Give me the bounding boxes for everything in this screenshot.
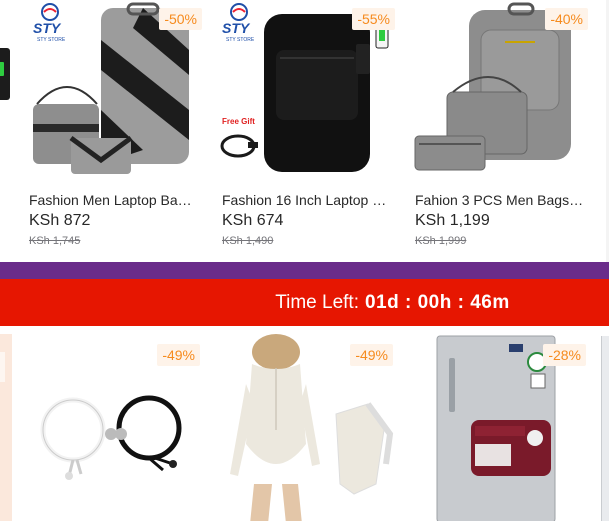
sty-logo-icon: STY STY STORE bbox=[222, 3, 255, 43]
sty-logo-icon: STY STY STORE bbox=[33, 3, 66, 43]
flash-sale-carousel: -49% -49% -28% bbox=[0, 326, 609, 521]
svg-text:Free Gift: Free Gift bbox=[222, 117, 255, 126]
product-card[interactable]: STY STY STORE Free Gift -55% Fashion 16 … bbox=[212, 0, 399, 262]
product-name[interactable]: Fahion 3 PCS Men Bags… bbox=[415, 192, 585, 208]
product-old-price: KSh 1,999 bbox=[415, 235, 467, 247]
discount-badge: -49% bbox=[157, 344, 200, 366]
product-card[interactable]: -40% Fahion 3 PCS Men Bags… KSh 1,199 KS… bbox=[405, 0, 592, 262]
discount-badge: -40% bbox=[545, 8, 588, 30]
svg-text:STY: STY bbox=[222, 20, 251, 36]
product-old-price: KSh 1,490 bbox=[222, 235, 274, 247]
discount-badge: -28% bbox=[543, 344, 586, 366]
svg-text:STY STORE: STY STORE bbox=[37, 37, 66, 43]
product-card[interactable]: STY STY STORE -50% Fashion Men Laptop Ba… bbox=[19, 0, 206, 262]
timer-label: Time Left: bbox=[275, 291, 359, 313]
product-old-price: KSh 1,745 bbox=[29, 235, 81, 247]
partial-flash-card-left[interactable] bbox=[0, 334, 12, 521]
partial-flash-card-right[interactable] bbox=[601, 336, 609, 521]
discount-badge: -55% bbox=[352, 8, 395, 30]
svg-text:STY STORE: STY STORE bbox=[226, 37, 255, 43]
flash-sale-top-band bbox=[0, 262, 609, 279]
partial-product-card-left[interactable] bbox=[0, 0, 12, 262]
flash-sale-header: Time Left: 01d : 00h : 46m bbox=[0, 279, 609, 326]
countdown-timer: Time Left: 01d : 00h : 46m bbox=[275, 292, 510, 314]
product-price: KSh 1,199 bbox=[415, 212, 490, 229]
flash-product-card[interactable]: -49% bbox=[212, 334, 399, 521]
discount-badge: -49% bbox=[350, 344, 393, 366]
svg-text:STY: STY bbox=[33, 20, 62, 36]
product-price: KSh 674 bbox=[222, 212, 284, 229]
timer-value: 01d : 00h : 46m bbox=[364, 291, 510, 313]
flash-product-card[interactable]: -49% bbox=[19, 334, 206, 521]
product-price: KSh 872 bbox=[29, 212, 91, 229]
product-name[interactable]: Fashion 16 Inch Laptop … bbox=[222, 192, 392, 208]
flash-product-card[interactable]: -28% bbox=[405, 334, 592, 521]
discount-badge: -50% bbox=[159, 8, 202, 30]
product-name[interactable]: Fashion Men Laptop Ba… bbox=[29, 192, 199, 208]
product-carousel: STY STY STORE -50% Fashion Men Laptop Ba… bbox=[0, 0, 609, 262]
